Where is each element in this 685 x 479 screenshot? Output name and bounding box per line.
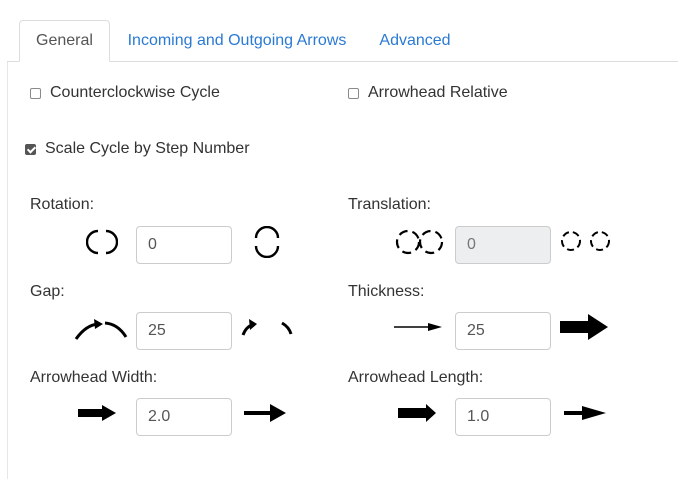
arrowhead-relative-checkbox[interactable]: Arrowhead Relative bbox=[348, 84, 508, 102]
scale-cycle-checkbox[interactable]: Scale Cycle by Step Number bbox=[25, 140, 250, 158]
translation-label: Translation: bbox=[348, 196, 431, 213]
rotation-input[interactable] bbox=[136, 226, 232, 264]
scale-cycle-box[interactable] bbox=[25, 143, 36, 155]
thickness-input[interactable] bbox=[455, 312, 551, 350]
translation-input bbox=[455, 226, 551, 264]
tab-general[interactable]: General bbox=[19, 20, 110, 62]
gap-decrease-icon[interactable] bbox=[72, 315, 130, 343]
tab-bar: General Incoming and Outgoing Arrows Adv… bbox=[7, 0, 678, 62]
arrowhead-relative-box[interactable] bbox=[348, 87, 359, 99]
translation-decrease-icon[interactable] bbox=[393, 228, 447, 256]
counterclockwise-cycle-box[interactable] bbox=[30, 87, 41, 99]
counterclockwise-cycle-label: Counterclockwise Cycle bbox=[50, 84, 220, 101]
arrowhead-width-decrease-icon[interactable] bbox=[78, 403, 118, 423]
scale-cycle-label: Scale Cycle by Step Number bbox=[45, 140, 250, 157]
rotation-label: Rotation: bbox=[30, 196, 95, 213]
arrowhead-length-input[interactable] bbox=[455, 398, 551, 436]
thickness-increase-icon[interactable] bbox=[560, 313, 610, 341]
arrowhead-relative-label: Arrowhead Relative bbox=[368, 84, 508, 101]
counterclockwise-cycle-checkbox[interactable]: Counterclockwise Cycle bbox=[30, 84, 220, 102]
translation-increase-icon[interactable] bbox=[559, 229, 613, 253]
arrowhead-width-input[interactable] bbox=[136, 398, 232, 436]
tab-advanced[interactable]: Advanced bbox=[370, 20, 460, 62]
arrowhead-length-increase-icon[interactable] bbox=[564, 405, 608, 421]
arrowhead-width-label: Arrowhead Width: bbox=[30, 369, 158, 386]
thickness-label: Thickness: bbox=[348, 283, 425, 300]
arrowhead-width-increase-icon[interactable] bbox=[244, 402, 288, 424]
tab-incoming-outgoing-arrows[interactable]: Incoming and Outgoing Arrows bbox=[118, 20, 356, 62]
gap-label: Gap: bbox=[30, 283, 65, 300]
arrowhead-length-decrease-icon[interactable] bbox=[398, 403, 438, 423]
gap-increase-icon[interactable] bbox=[240, 315, 296, 341]
rotation-decrease-icon[interactable] bbox=[86, 226, 118, 258]
arrowhead-length-label: Arrowhead Length: bbox=[348, 369, 484, 386]
gap-input[interactable] bbox=[136, 312, 232, 350]
panel-left-border bbox=[7, 62, 8, 479]
rotation-increase-icon[interactable] bbox=[251, 226, 283, 258]
thickness-decrease-icon[interactable] bbox=[394, 320, 444, 334]
